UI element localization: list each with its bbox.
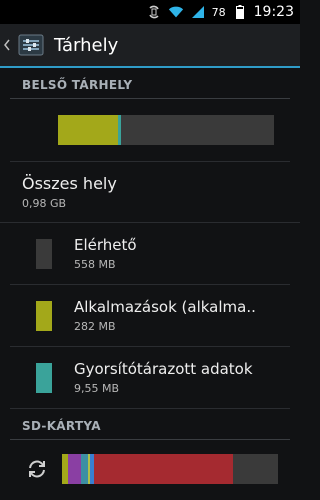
battery-icon: [232, 4, 248, 20]
sd-segment-other: [94, 454, 233, 484]
battery-level: 78: [211, 5, 226, 19]
cache-size: 9,55 MB: [74, 382, 120, 395]
total-space-label: Összes hely: [22, 174, 117, 193]
apps-size: 282 MB: [74, 320, 116, 333]
apps-segment: [58, 115, 119, 145]
settings-app-icon[interactable]: [16, 30, 46, 60]
cache-label: Gyorsítótárazott adatok: [74, 360, 253, 378]
wifi-icon: [168, 4, 184, 20]
cache-swatch: [36, 362, 52, 393]
cache-segment: [118, 115, 121, 145]
apps-label: Alkalmazások (alkalma..: [74, 298, 256, 316]
sd-usage-bar: [62, 454, 278, 484]
refresh-icon[interactable]: [24, 456, 50, 482]
internal-usage-row: [10, 99, 290, 162]
total-space-row[interactable]: Összes hely 0,98 GB: [0, 162, 300, 223]
storage-item-apps[interactable]: Alkalmazások (alkalma.. 282 MB: [10, 285, 290, 347]
sd-segment-pictures: [68, 454, 82, 484]
signal-icon: [190, 4, 206, 20]
sd-usage-row: [10, 440, 290, 498]
apps-swatch: [36, 300, 52, 331]
action-bar: Tárhely: [0, 24, 300, 68]
sd-card-header: SD-KÁRTYA: [10, 409, 290, 440]
total-space-value: 0,98 GB: [22, 197, 67, 210]
status-bar: 78 19:23: [0, 0, 300, 24]
internal-storage-header: BELSŐ TÁRHELY: [10, 68, 290, 99]
available-size: 558 MB: [74, 258, 116, 271]
available-label: Elérhető: [74, 236, 137, 254]
page-title: Tárhely: [54, 34, 119, 56]
storage-item-available[interactable]: Elérhető 558 MB: [10, 223, 290, 285]
clock: 19:23: [253, 4, 294, 20]
available-swatch: [36, 238, 52, 269]
storage-item-cache[interactable]: Gyorsítótárazott adatok 9,55 MB: [10, 347, 290, 409]
rotation-icon: [146, 4, 162, 20]
internal-usage-bar: [58, 115, 274, 145]
back-caret-icon[interactable]: [4, 39, 14, 51]
